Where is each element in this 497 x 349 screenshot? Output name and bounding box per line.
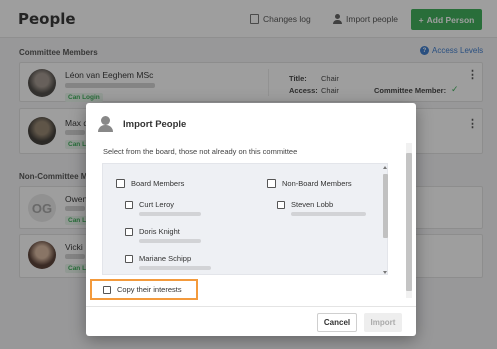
person-checkbox[interactable]: [125, 254, 133, 263]
board-members-label: Board Members: [131, 179, 185, 188]
list-scrollbar[interactable]: [383, 166, 388, 274]
person-email-blurred: [139, 212, 201, 216]
person-name: Steven Lobb: [291, 200, 334, 209]
person-icon: [98, 116, 113, 132]
cancel-button[interactable]: Cancel: [317, 313, 357, 332]
person-name: Doris Knight: [139, 227, 180, 236]
person-name: Curt Leroy: [139, 200, 175, 209]
person-checkbox[interactable]: [125, 200, 133, 209]
dialog-scrollbar-thumb[interactable]: [406, 153, 412, 291]
copy-interests-option[interactable]: Copy their interests: [103, 285, 182, 294]
board-members-group[interactable]: Board Members: [116, 179, 184, 188]
non-board-members-label: Non-Board Members: [282, 179, 352, 188]
person-checkbox[interactable]: [125, 227, 133, 236]
person-option[interactable]: Steven Lobb: [277, 200, 333, 209]
person-email-blurred: [139, 239, 201, 243]
person-name: Mariane Schipp: [139, 254, 192, 263]
person-email-blurred: [291, 212, 366, 216]
people-selection-list[interactable]: Board Members Curt Leroy Doris Knight Ma…: [102, 163, 388, 275]
dialog-scrollbar[interactable]: [406, 143, 412, 298]
scroll-down-icon[interactable]: [383, 271, 387, 274]
person-checkbox[interactable]: [277, 200, 285, 209]
scroll-up-icon[interactable]: [383, 166, 387, 169]
import-button[interactable]: Import: [364, 313, 402, 332]
dialog-title: Import People: [123, 119, 187, 130]
dialog-instruction: Select from the board, those not already…: [103, 147, 298, 156]
dialog-footer-divider: [86, 306, 416, 307]
person-email-blurred: [139, 266, 211, 270]
list-scrollbar-thumb[interactable]: [383, 174, 388, 238]
import-people-dialog: Import People Select from the board, tho…: [86, 103, 416, 336]
copy-interests-checkbox[interactable]: [103, 285, 111, 294]
non-board-members-group[interactable]: Non-Board Members: [267, 179, 352, 188]
copy-interests-label: Copy their interests: [117, 285, 182, 294]
person-option[interactable]: Curt Leroy: [125, 200, 174, 209]
non-board-members-checkbox[interactable]: [267, 179, 276, 188]
person-option[interactable]: Doris Knight: [125, 227, 180, 236]
person-option[interactable]: Mariane Schipp: [125, 254, 191, 263]
board-members-checkbox[interactable]: [116, 179, 125, 188]
